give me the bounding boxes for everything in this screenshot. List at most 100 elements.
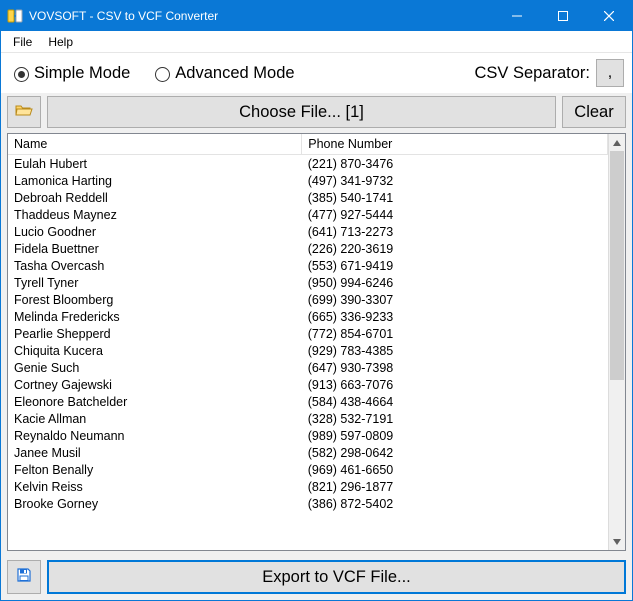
table-row[interactable]: Eleonore Batchelder(584) 438-4664 [8, 393, 608, 410]
cell-name: Eulah Hubert [8, 155, 302, 173]
csv-separator-label: CSV Separator: [474, 64, 590, 83]
choose-file-label: Choose File... [1] [239, 103, 364, 122]
export-button[interactable]: Export to VCF File... [47, 560, 626, 594]
cell-phone: (665) 336-9233 [302, 308, 608, 325]
data-table-scroll[interactable]: Name Phone Number Eulah Hubert(221) 870-… [8, 134, 608, 550]
table-row[interactable]: Thaddeus Maynez(477) 927-5444 [8, 206, 608, 223]
cell-phone: (913) 663-7076 [302, 376, 608, 393]
csv-separator-value: , [608, 64, 612, 82]
app-window: VOVSOFT - CSV to VCF Converter File Help… [0, 0, 633, 601]
cell-phone: (328) 532-7191 [302, 410, 608, 427]
cell-name: Lucio Goodner [8, 223, 302, 240]
cell-phone: (385) 540-1741 [302, 189, 608, 206]
folder-open-icon [15, 103, 33, 122]
cell-name: Tasha Overcash [8, 257, 302, 274]
clear-button[interactable]: Clear [562, 96, 626, 128]
table-row[interactable]: Genie Such(647) 930-7398 [8, 359, 608, 376]
cell-phone: (950) 994-6246 [302, 274, 608, 291]
menu-file[interactable]: File [5, 33, 40, 51]
csv-separator-button[interactable]: , [596, 59, 624, 87]
cell-phone: (647) 930-7398 [302, 359, 608, 376]
window-controls [494, 1, 632, 31]
cell-name: Melinda Fredericks [8, 308, 302, 325]
minimize-button[interactable] [494, 1, 540, 31]
simple-mode-input[interactable] [14, 67, 29, 82]
advanced-mode-input[interactable] [155, 67, 170, 82]
table-row[interactable]: Kacie Allman(328) 532-7191 [8, 410, 608, 427]
table-row[interactable]: Brooke Gorney(386) 872-5402 [8, 495, 608, 512]
table-row[interactable]: Lamonica Harting(497) 341-9732 [8, 172, 608, 189]
cell-name: Debroah Reddell [8, 189, 302, 206]
table-row[interactable]: Debroah Reddell(385) 540-1741 [8, 189, 608, 206]
table-row[interactable]: Pearlie Shepperd(772) 854-6701 [8, 325, 608, 342]
table-row[interactable]: Lucio Goodner(641) 713-2273 [8, 223, 608, 240]
cell-name: Felton Benally [8, 461, 302, 478]
cell-phone: (821) 296-1877 [302, 478, 608, 495]
open-folder-button[interactable] [7, 96, 41, 128]
export-row: Export to VCF File... [1, 555, 632, 600]
vertical-scrollbar[interactable] [608, 134, 625, 550]
cell-phone: (929) 783-4385 [302, 342, 608, 359]
export-label: Export to VCF File... [262, 568, 411, 587]
data-table: Name Phone Number Eulah Hubert(221) 870-… [8, 134, 608, 512]
cell-phone: (969) 461-6650 [302, 461, 608, 478]
menubar: File Help [1, 31, 632, 53]
table-row[interactable]: Tasha Overcash(553) 671-9419 [8, 257, 608, 274]
choose-file-button[interactable]: Choose File... [1] [47, 96, 556, 128]
cell-name: Reynaldo Neumann [8, 427, 302, 444]
cell-name: Forest Bloomberg [8, 291, 302, 308]
save-button[interactable] [7, 560, 41, 594]
table-row[interactable]: Reynaldo Neumann(989) 597-0809 [8, 427, 608, 444]
floppy-disk-icon [16, 567, 32, 588]
cell-phone: (226) 220-3619 [302, 240, 608, 257]
cell-name: Eleonore Batchelder [8, 393, 302, 410]
cell-phone: (989) 597-0809 [302, 427, 608, 444]
close-button[interactable] [586, 1, 632, 31]
cell-name: Brooke Gorney [8, 495, 302, 512]
table-row[interactable]: Eulah Hubert(221) 870-3476 [8, 155, 608, 173]
simple-mode-radio[interactable]: Simple Mode [9, 64, 130, 83]
table-row[interactable]: Fidela Buettner(226) 220-3619 [8, 240, 608, 257]
table-row[interactable]: Forest Bloomberg(699) 390-3307 [8, 291, 608, 308]
cell-name: Thaddeus Maynez [8, 206, 302, 223]
menu-help[interactable]: Help [40, 33, 81, 51]
scroll-track[interactable] [609, 151, 625, 533]
cell-phone: (553) 671-9419 [302, 257, 608, 274]
column-header-name[interactable]: Name [8, 134, 302, 155]
scroll-up-button[interactable] [609, 134, 625, 151]
cell-phone: (386) 872-5402 [302, 495, 608, 512]
cell-name: Janee Musil [8, 444, 302, 461]
cell-name: Cortney Gajewski [8, 376, 302, 393]
titlebar[interactable]: VOVSOFT - CSV to VCF Converter [1, 1, 632, 31]
cell-phone: (221) 870-3476 [302, 155, 608, 173]
cell-name: Genie Such [8, 359, 302, 376]
table-row[interactable]: Felton Benally(969) 461-6650 [8, 461, 608, 478]
cell-name: Pearlie Shepperd [8, 325, 302, 342]
table-row[interactable]: Tyrell Tyner(950) 994-6246 [8, 274, 608, 291]
cell-name: Chiquita Kucera [8, 342, 302, 359]
cell-phone: (497) 341-9732 [302, 172, 608, 189]
advanced-mode-label: Advanced Mode [175, 64, 294, 83]
column-header-phone[interactable]: Phone Number [302, 134, 608, 155]
maximize-button[interactable] [540, 1, 586, 31]
scroll-down-button[interactable] [609, 533, 625, 550]
window-title: VOVSOFT - CSV to VCF Converter [29, 9, 494, 23]
cell-phone: (477) 927-5444 [302, 206, 608, 223]
cell-phone: (582) 298-0642 [302, 444, 608, 461]
app-icon [7, 8, 23, 24]
cell-name: Tyrell Tyner [8, 274, 302, 291]
table-row[interactable]: Janee Musil(582) 298-0642 [8, 444, 608, 461]
table-row[interactable]: Melinda Fredericks(665) 336-9233 [8, 308, 608, 325]
cell-phone: (584) 438-4664 [302, 393, 608, 410]
cell-name: Kacie Allman [8, 410, 302, 427]
table-row[interactable]: Kelvin Reiss(821) 296-1877 [8, 478, 608, 495]
scroll-thumb[interactable] [610, 151, 624, 380]
table-row[interactable]: Cortney Gajewski(913) 663-7076 [8, 376, 608, 393]
file-toolbar: Choose File... [1] Clear [1, 93, 632, 131]
table-row[interactable]: Chiquita Kucera(929) 783-4385 [8, 342, 608, 359]
advanced-mode-radio[interactable]: Advanced Mode [150, 64, 294, 83]
data-table-container: Name Phone Number Eulah Hubert(221) 870-… [7, 133, 626, 551]
cell-name: Kelvin Reiss [8, 478, 302, 495]
clear-label: Clear [574, 103, 613, 122]
mode-row: Simple Mode Advanced Mode CSV Separator:… [1, 53, 632, 93]
